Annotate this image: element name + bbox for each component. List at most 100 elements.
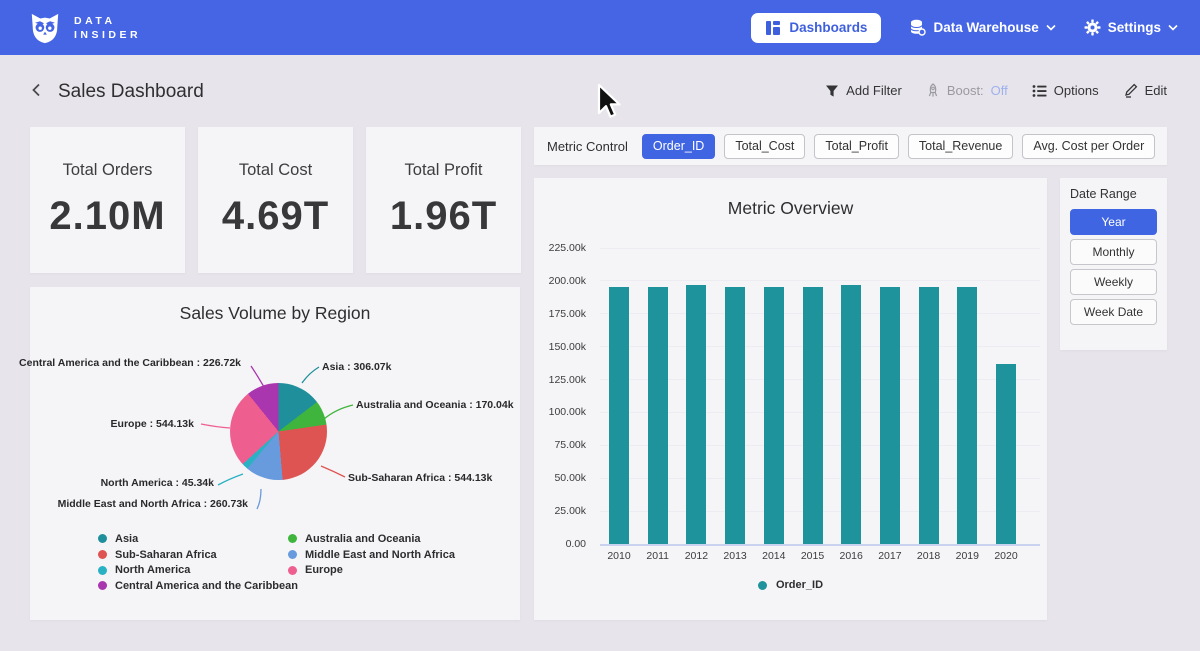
y-axis-tick: 25.00k — [534, 505, 586, 517]
kpi-label: Total Orders — [63, 161, 153, 180]
legend-label: Sub-Saharan Africa — [115, 549, 217, 561]
bar-chart-legend[interactable]: Order_ID — [534, 579, 1047, 591]
options-button[interactable]: Options — [1032, 83, 1099, 98]
sales-dashboard-screen: DATA INSIDER Dashboards — [0, 0, 1200, 651]
pie-leader-line — [257, 489, 261, 509]
x-axis-tick: 2019 — [947, 550, 987, 562]
kpi-value: 4.69T — [222, 194, 329, 239]
y-axis-tick: 100.00k — [534, 406, 586, 418]
date-range-buttons: Year Monthly Weekly Week Date — [1070, 209, 1157, 325]
legend-item-europe[interactable]: Europe — [288, 562, 455, 578]
boost-toggle[interactable]: Boost: Off — [926, 83, 1008, 98]
y-axis-tick: 200.00k — [534, 275, 586, 287]
legend-dot — [288, 534, 297, 543]
nav-right-group: Dashboards Data Warehouse — [751, 13, 1178, 43]
pie-leader-line — [218, 474, 243, 485]
legend-dot — [98, 566, 107, 575]
legend-item-central-america-and-the-caribbean[interactable]: Central America and the Caribbean — [98, 578, 298, 594]
back-button[interactable] — [28, 81, 46, 99]
x-axis-tick: 2011 — [638, 550, 678, 562]
legend-label: Australia and Oceania — [305, 533, 421, 545]
metric-control-label: Metric Control — [547, 139, 628, 154]
date-range-option-weekly[interactable]: Weekly — [1070, 269, 1157, 295]
x-axis-tick: 2014 — [754, 550, 794, 562]
bar-2013[interactable] — [725, 287, 745, 544]
legend-label: North America — [115, 564, 190, 576]
settings-label: Settings — [1108, 20, 1161, 35]
legend-dot — [288, 550, 297, 559]
settings-menu[interactable]: Settings — [1084, 19, 1178, 36]
legend-item-asia[interactable]: Asia — [98, 531, 298, 547]
legend-label: Asia — [115, 533, 138, 545]
legend-dot — [98, 581, 107, 590]
kpi-value: 1.96T — [390, 194, 497, 239]
bar-2012[interactable] — [686, 285, 706, 544]
bar-2010[interactable] — [609, 287, 629, 544]
pie-leader-line — [302, 367, 319, 383]
legend-item-australia-and-oceania[interactable]: Australia and Oceania — [288, 531, 455, 547]
bar-2018[interactable] — [919, 287, 939, 544]
kpi-label: Total Cost — [239, 161, 312, 180]
chevron-down-icon — [1046, 24, 1056, 31]
legend-label: Middle East and North Africa — [305, 549, 455, 561]
dashboards-label: Dashboards — [789, 20, 867, 35]
legend-item-middle-east-and-north-africa[interactable]: Middle East and North Africa — [288, 547, 455, 563]
options-list-icon — [1032, 84, 1047, 98]
x-axis-tick: 2010 — [599, 550, 639, 562]
owl-logo-icon — [28, 11, 62, 45]
pie-label-central-america-and-the-caribbean: Central America and the Caribbean : 226.… — [19, 357, 241, 369]
gear-icon — [1084, 19, 1101, 36]
bar-2017[interactable] — [880, 287, 900, 544]
filter-funnel-icon — [825, 84, 839, 98]
edit-button[interactable]: Edit — [1123, 83, 1167, 98]
sales-volume-card: Sales Volume by Region Asia : 306.07kAus… — [30, 287, 520, 620]
rocket-icon — [926, 83, 940, 98]
pie-legend-column-2: Australia and Oceania Middle East and Nor… — [288, 531, 455, 578]
legend-label: Europe — [305, 564, 343, 576]
page-title: Sales Dashboard — [58, 81, 204, 103]
metric-option-order-id[interactable]: Order_ID — [642, 134, 715, 159]
date-range-label: Date Range — [1070, 187, 1157, 201]
metric-option-total-profit[interactable]: Total_Profit — [814, 134, 899, 159]
dashboard-grid-icon — [765, 20, 781, 36]
date-range-option-week-date[interactable]: Week Date — [1070, 299, 1157, 325]
add-filter-label: Add Filter — [846, 83, 902, 98]
bar-2011[interactable] — [648, 287, 668, 544]
options-label: Options — [1054, 83, 1099, 98]
add-filter-button[interactable]: Add Filter — [825, 83, 902, 98]
data-warehouse-menu[interactable]: Data Warehouse — [909, 19, 1055, 36]
y-axis-tick: 225.00k — [534, 242, 586, 254]
legend-label: Central America and the Caribbean — [115, 580, 298, 592]
bar-2015[interactable] — [803, 287, 823, 544]
brand-logo[interactable]: DATA INSIDER — [28, 11, 141, 45]
metric-option-total-revenue[interactable]: Total_Revenue — [908, 134, 1013, 159]
gridline — [600, 248, 1040, 249]
legend-item-north-america[interactable]: North America — [98, 562, 298, 578]
legend-dot — [98, 550, 107, 559]
pie-legend-column-1: Asia Sub-Saharan Africa North America Centr… — [98, 531, 298, 594]
pie-label-australia-and-oceania: Australia and Oceania : 170.04k — [356, 399, 514, 411]
date-range-panel: Date Range Year Monthly Weekly Week Date — [1060, 178, 1167, 350]
metric-control-bar: Metric Control Order_ID Total_Cost Total_P… — [534, 127, 1167, 165]
pencil-icon — [1123, 83, 1138, 98]
bar-2019[interactable] — [957, 287, 977, 544]
legend-dot — [758, 581, 767, 590]
x-axis-tick: 2020 — [986, 550, 1026, 562]
boost-label: Boost: — [947, 83, 984, 98]
metric-option-avg-cost-per-order[interactable]: Avg. Cost per Order — [1022, 134, 1155, 159]
bar-2016[interactable] — [841, 285, 861, 544]
y-axis-tick: 175.00k — [534, 308, 586, 320]
metric-option-total-cost[interactable]: Total_Cost — [724, 134, 805, 159]
legend-item-sub-saharan-africa[interactable]: Sub-Saharan Africa — [98, 547, 298, 563]
date-range-option-year[interactable]: Year — [1070, 209, 1157, 235]
kpi-card-total-cost: Total Cost 4.69T — [198, 127, 353, 273]
x-axis-tick: 2015 — [793, 550, 833, 562]
pie-leader-line — [324, 405, 353, 419]
y-axis-tick: 75.00k — [534, 439, 586, 451]
legend-label: Order_ID — [776, 579, 823, 591]
bar-2014[interactable] — [764, 287, 784, 544]
dashboards-button[interactable]: Dashboards — [751, 13, 881, 43]
bar-2020[interactable] — [996, 364, 1016, 544]
date-range-option-monthly[interactable]: Monthly — [1070, 239, 1157, 265]
mouse-cursor — [597, 83, 623, 121]
